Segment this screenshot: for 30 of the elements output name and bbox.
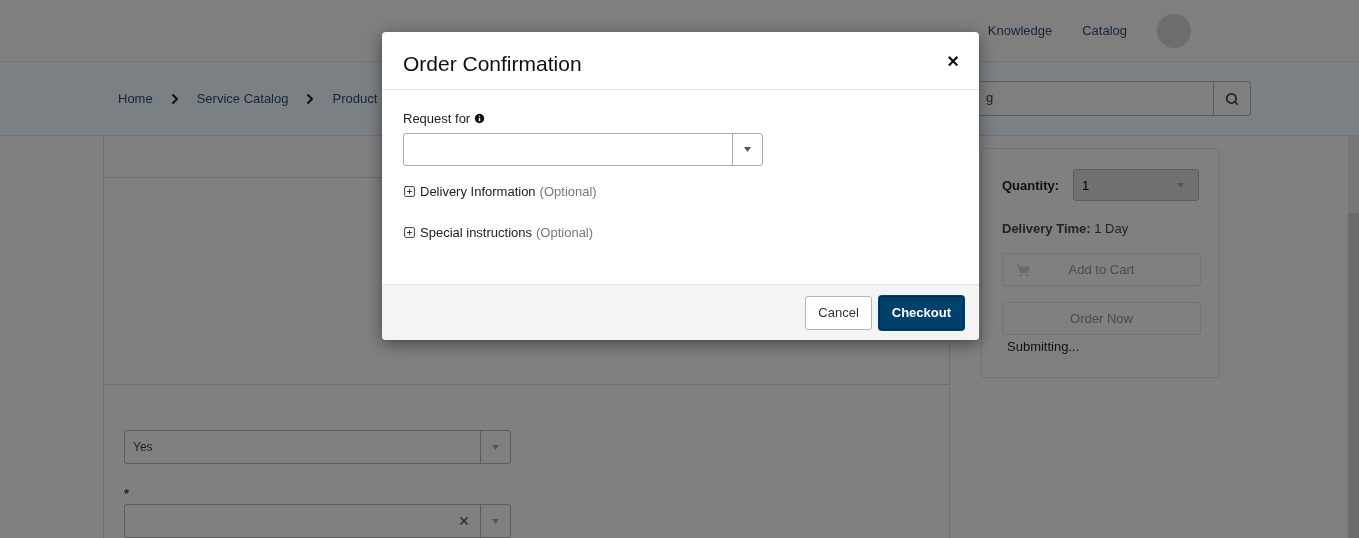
plus-square-icon: [403, 226, 416, 239]
select-field[interactable]: Yes: [124, 430, 511, 464]
status-text: Submitting...: [1007, 339, 1080, 354]
plus-square-icon: [403, 185, 416, 198]
close-button[interactable]: ×: [947, 50, 959, 71]
field-label: Request for: [403, 111, 471, 126]
cancel-button[interactable]: Cancel: [805, 295, 872, 330]
breadcrumb-link[interactable]: Service Catalog: [196, 91, 289, 106]
clear-icon[interactable]: [458, 515, 470, 527]
required-mark: *: [124, 486, 130, 503]
caret-icon: [492, 444, 499, 450]
breadcrumb-link[interactable]: Home: [118, 91, 153, 106]
caret-icon: [744, 147, 751, 152]
search-icon: [1225, 91, 1239, 106]
nav-link[interactable]: Catalog: [1082, 23, 1127, 38]
request-for-select[interactable]: [403, 133, 763, 166]
quantity-label: Quantity:: [1002, 177, 1060, 193]
delivery-time: Delivery Time: 1 Day: [1002, 221, 1130, 236]
checkout-button[interactable]: Checkout: [878, 295, 964, 330]
scrollbar[interactable]: [1348, 136, 1359, 538]
nav-link[interactable]: Knowledge: [987, 23, 1053, 38]
dialog-title: Order Confirmation: [403, 50, 582, 76]
info-icon: [473, 112, 487, 125]
caret-icon: [1177, 182, 1184, 188]
quantity-select[interactable]: 1: [1073, 169, 1199, 201]
section-toggle[interactable]: Delivery Information (Optional): [403, 184, 597, 199]
select-field[interactable]: [124, 504, 511, 538]
caret-icon: [492, 518, 499, 524]
section-toggle[interactable]: Special instructions (Optional): [403, 225, 594, 240]
breadcrumb-link[interactable]: Product: [332, 91, 378, 106]
